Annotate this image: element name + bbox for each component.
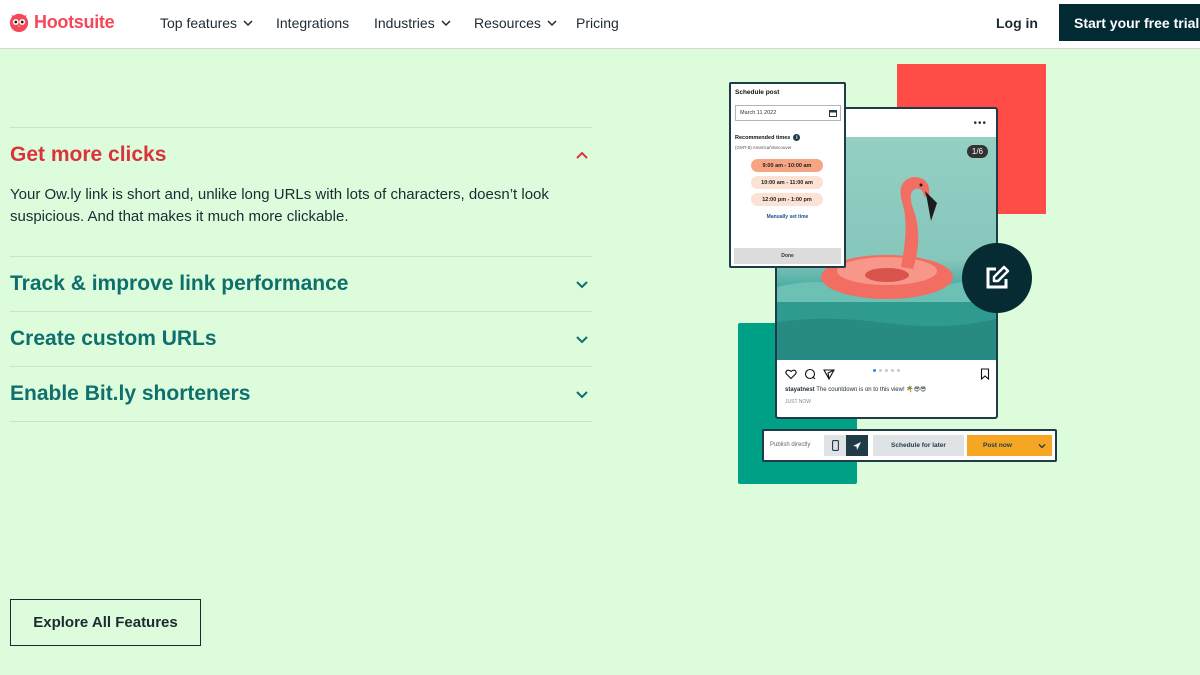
chevron-down-icon bbox=[576, 391, 588, 399]
accordion-title: Enable Bit.ly shorteners bbox=[10, 382, 251, 405]
edit-icon bbox=[986, 265, 1010, 289]
accordion-item-bitly: Enable Bit.ly shorteners bbox=[10, 367, 592, 422]
chevron-down-icon bbox=[243, 20, 253, 27]
direct-publish-toggle[interactable] bbox=[846, 435, 868, 456]
nav-resources[interactable]: Resources bbox=[474, 15, 557, 31]
accordion-header[interactable]: Track & improve link performance bbox=[10, 257, 592, 311]
mobile-publish-toggle[interactable] bbox=[824, 435, 846, 456]
post-now-button[interactable]: Post now bbox=[967, 435, 1052, 456]
done-button[interactable]: Done bbox=[734, 248, 841, 264]
nav-item-label: Industries bbox=[374, 15, 435, 31]
login-link[interactable]: Log in bbox=[996, 15, 1038, 31]
info-icon: i bbox=[793, 134, 801, 141]
timezone-label: (GMT-8) America/Vancouver bbox=[735, 145, 792, 150]
chevron-down-icon bbox=[576, 336, 588, 344]
chevron-down-icon[interactable] bbox=[1038, 443, 1046, 449]
accordion-title: Get more clicks bbox=[10, 143, 167, 166]
time-slot-button[interactable]: 10:00 am - 11:00 am bbox=[751, 176, 823, 189]
post-timestamp: JUST NOW bbox=[785, 399, 812, 405]
mobile-icon bbox=[831, 440, 839, 451]
accordion-item-track-performance: Track & improve link performance bbox=[10, 257, 592, 312]
heart-icon bbox=[785, 369, 797, 380]
post-caption-text: The countdown is on to this view! 🌴😎😎 bbox=[816, 387, 927, 393]
hootsuite-logo[interactable]: Hootsuite bbox=[8, 11, 115, 33]
top-navbar: Hootsuite Top features Integrations Indu… bbox=[0, 0, 1200, 49]
accordion-header[interactable]: Create custom URLs bbox=[10, 312, 592, 366]
publish-bar: Publish directly Schedule for later Post… bbox=[762, 429, 1057, 462]
recommended-times-text: Recommended times bbox=[735, 134, 791, 141]
time-slot-button[interactable]: 9:00 am - 10:00 am bbox=[751, 159, 823, 172]
accordion-header[interactable]: Enable Bit.ly shorteners bbox=[10, 367, 592, 421]
schedule-post-title: Schedule post bbox=[735, 89, 780, 96]
nav-pricing[interactable]: Pricing bbox=[576, 15, 619, 31]
nav-industries[interactable]: Industries bbox=[374, 15, 451, 31]
nav-item-label: Integrations bbox=[276, 15, 350, 31]
accordion-item-get-more-clicks: Get more clicks Your Ow.ly link is short… bbox=[10, 128, 592, 257]
accordion-title: Create custom URLs bbox=[10, 327, 217, 350]
calendar-icon bbox=[829, 110, 837, 117]
accordion-title: Track & improve link performance bbox=[10, 272, 349, 295]
chevron-down-icon bbox=[547, 20, 557, 27]
date-value: March 11 2022 bbox=[740, 110, 777, 116]
owl-logo-icon bbox=[9, 13, 29, 33]
send-icon bbox=[853, 441, 861, 450]
publish-directly-label: Publish directly bbox=[770, 442, 811, 448]
nav-top-features[interactable]: Top features bbox=[160, 15, 253, 31]
chevron-up-icon bbox=[576, 151, 588, 159]
schedule-post-card: Schedule post March 11 2022 Recommended … bbox=[729, 82, 846, 268]
nav-item-label: Top features bbox=[160, 15, 238, 31]
manually-set-time-link[interactable]: Manually set time bbox=[731, 214, 844, 220]
chevron-down-icon bbox=[576, 281, 588, 289]
comment-icon bbox=[804, 368, 816, 380]
post-caption: stayatnest The countdown is on to this v… bbox=[785, 386, 990, 393]
schedule-for-later-button[interactable]: Schedule for later bbox=[873, 435, 964, 456]
chevron-down-icon bbox=[441, 20, 451, 27]
time-slot-button[interactable]: 12:00 pm - 1:00 pm bbox=[751, 193, 823, 206]
recommended-times-label: Recommended times i bbox=[735, 134, 801, 141]
accordion-item-custom-urls: Create custom URLs bbox=[10, 312, 592, 367]
post-meta: stayatnest The countdown is on to this v… bbox=[785, 368, 990, 405]
post-action-icons bbox=[785, 368, 990, 380]
accordion-header[interactable]: Get more clicks bbox=[10, 128, 592, 182]
nav-item-label: Resources bbox=[474, 15, 541, 31]
feature-accordion: Get more clicks Your Ow.ly link is short… bbox=[10, 127, 592, 422]
photo-counter: 1/6 bbox=[966, 145, 988, 158]
date-input[interactable]: March 11 2022 bbox=[735, 105, 841, 121]
nav-integrations[interactable]: Integrations bbox=[276, 15, 349, 31]
share-icon bbox=[823, 369, 835, 380]
nav-item-label: Pricing bbox=[576, 15, 619, 31]
explore-all-features-button[interactable]: Explore All Features bbox=[10, 599, 201, 646]
bookmark-icon bbox=[980, 368, 990, 380]
post-now-label: Post now bbox=[983, 442, 1012, 449]
start-free-trial-button[interactable]: Start your free trial bbox=[1059, 4, 1200, 41]
post-username: stayatnest bbox=[785, 387, 815, 393]
compose-edit-badge bbox=[962, 243, 1032, 313]
accordion-body: Your Ow.ly link is short and, unlike lon… bbox=[10, 186, 549, 225]
more-options-icon: ••• bbox=[973, 118, 987, 129]
logo-text: Hootsuite bbox=[34, 11, 115, 32]
